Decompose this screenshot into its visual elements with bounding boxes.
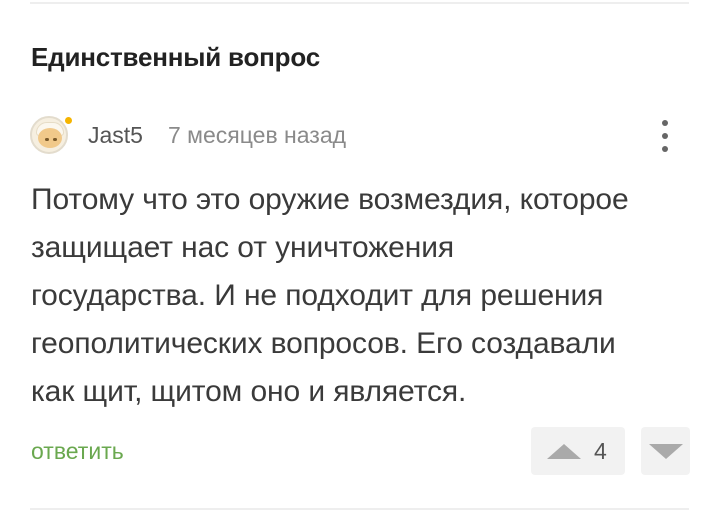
more-vertical-icon[interactable] [659, 118, 671, 154]
comment-line: защищает нас от уничтожения [31, 231, 455, 264]
online-indicator-icon [63, 115, 74, 126]
avatar-eye-right [53, 138, 57, 141]
avatar-face [38, 128, 62, 148]
comment-header: Jast5 7 месяцев назад [30, 114, 690, 156]
comment-body: Потому что это оружие возмездия, которое… [31, 176, 696, 416]
comment-line: как щит, щитом оно и является. [31, 375, 467, 408]
bottom-divider [30, 508, 689, 510]
comment-timestamp: 7 месяцев назад [168, 122, 347, 148]
comment-author[interactable]: Jast5 [88, 122, 143, 149]
comment-line: государства. И не подходит для решения [31, 279, 604, 312]
triangle-down-icon [649, 444, 683, 459]
comment-line: Потому что это оружие возмездия, которое [31, 183, 629, 216]
avatar-eye-left [45, 138, 49, 141]
section-title: Единственный вопрос [31, 42, 320, 72]
menu-dot [662, 146, 668, 152]
comment-line: геополитических вопросов. Его создавали [31, 327, 616, 360]
menu-dot [662, 133, 668, 139]
downvote-button[interactable] [641, 427, 690, 475]
upvote-button[interactable]: 4 [531, 427, 625, 475]
reply-link[interactable]: ответить [31, 438, 124, 465]
rating-count: 4 [594, 438, 607, 464]
triangle-up-icon [547, 444, 581, 459]
top-divider [30, 2, 689, 4]
menu-dot [662, 120, 668, 126]
